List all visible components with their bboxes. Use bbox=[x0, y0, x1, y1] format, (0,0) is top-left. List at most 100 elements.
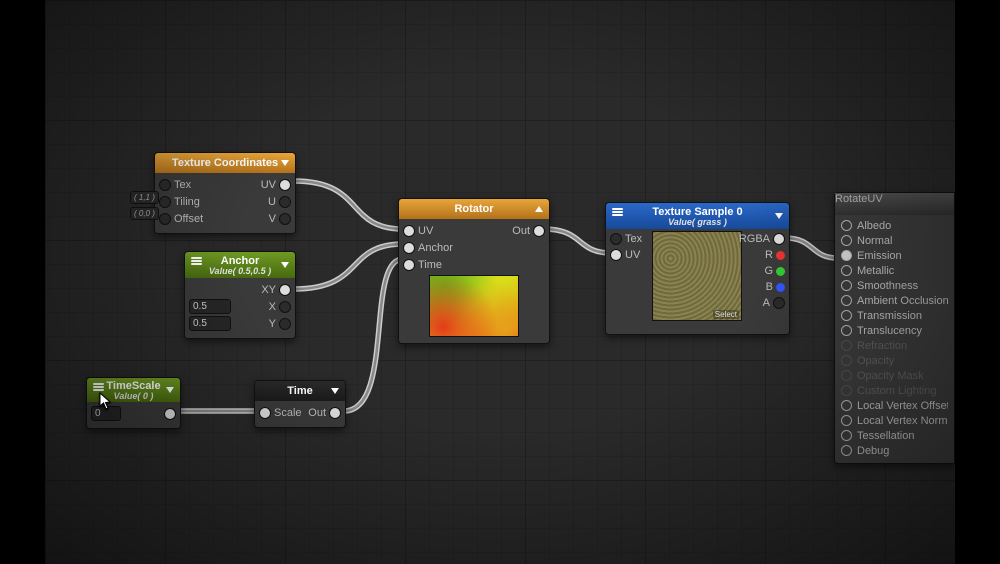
output-port[interactable] bbox=[279, 301, 291, 313]
node-rotateuv-master[interactable]: RotateUV Albedo NormalEmission Metallic Smo… bbox=[834, 192, 955, 464]
channel-dot-r[interactable] bbox=[776, 251, 785, 260]
node-header[interactable]: RotateUV bbox=[835, 193, 954, 215]
channel-dot-b[interactable] bbox=[776, 283, 785, 292]
input-port[interactable] bbox=[403, 225, 415, 237]
input-port[interactable] bbox=[841, 235, 852, 246]
input-port[interactable] bbox=[841, 280, 852, 291]
channel-dot-g[interactable] bbox=[776, 267, 785, 276]
collapse-icon[interactable] bbox=[535, 206, 543, 212]
collapse-icon[interactable] bbox=[331, 388, 339, 394]
master-input-local-vertex-offset[interactable]: Local Vertex Offset bbox=[835, 398, 954, 413]
label: Normal bbox=[857, 235, 892, 247]
shader-graph-canvas[interactable]: Texture Coordinates Tex UV Tiling U Offs… bbox=[45, 0, 955, 564]
rotator-preview bbox=[429, 275, 519, 337]
input-port[interactable] bbox=[610, 233, 622, 245]
node-timescale[interactable]: TimeScale Value( 0 ) 0 bbox=[86, 377, 181, 429]
input-port[interactable] bbox=[259, 407, 271, 419]
output-port[interactable] bbox=[329, 407, 341, 419]
master-input-ambient-occlusion[interactable]: Ambient Occlusion bbox=[835, 293, 954, 308]
input-port[interactable] bbox=[610, 249, 622, 261]
master-input-transmission[interactable]: Transmission bbox=[835, 308, 954, 323]
node-header[interactable]: Time bbox=[255, 381, 345, 401]
collapse-icon[interactable] bbox=[775, 213, 783, 219]
master-input-smoothness[interactable]: Smoothness bbox=[835, 278, 954, 293]
label: Debug bbox=[857, 445, 889, 457]
node-header[interactable]: Texture Coordinates bbox=[155, 153, 295, 173]
output-port[interactable] bbox=[773, 233, 785, 245]
node-subtitle: Value( grass ) bbox=[668, 217, 727, 227]
input-port[interactable] bbox=[841, 400, 852, 411]
input-port[interactable] bbox=[841, 415, 852, 426]
menu-icon[interactable] bbox=[93, 382, 104, 392]
output-port[interactable] bbox=[279, 213, 291, 225]
node-rotator[interactable]: Rotator UV Out Anchor Time bbox=[398, 198, 550, 344]
default-value-tag: ( 1,1 ) bbox=[130, 191, 159, 204]
node-subtitle: Value( 0 ) bbox=[114, 391, 154, 401]
input-port[interactable] bbox=[403, 242, 415, 254]
master-input-debug[interactable]: Debug bbox=[835, 443, 954, 458]
default-value-tag: ( 0,0 ) bbox=[130, 207, 159, 220]
input-port[interactable] bbox=[841, 310, 852, 321]
output-port[interactable] bbox=[279, 179, 291, 191]
collapse-icon[interactable] bbox=[281, 160, 289, 166]
output-port[interactable] bbox=[279, 284, 291, 296]
node-texture-coordinates[interactable]: Texture Coordinates Tex UV Tiling U Offs… bbox=[154, 152, 296, 234]
master-input-opacity-mask: Opacity Mask bbox=[835, 368, 954, 383]
master-input-local-vertex-normal[interactable]: Local Vertex Normal bbox=[835, 413, 954, 428]
node-header[interactable]: Anchor Value( 0.5,0.5 ) bbox=[185, 252, 295, 278]
master-input-custom-lighting: Custom Lighting bbox=[835, 383, 954, 398]
input-port[interactable] bbox=[159, 196, 171, 208]
label: Opacity bbox=[857, 355, 894, 367]
input-port[interactable] bbox=[841, 430, 852, 441]
node-time[interactable]: Time Scale Out bbox=[254, 380, 346, 428]
input-port[interactable] bbox=[841, 265, 852, 276]
master-input-emission[interactable]: Emission bbox=[835, 248, 954, 263]
input-port[interactable] bbox=[841, 250, 852, 261]
label: Metallic bbox=[857, 265, 894, 277]
value-field[interactable]: 0 bbox=[91, 406, 121, 421]
node-title: Rotator bbox=[454, 203, 493, 215]
label: Tessellation bbox=[857, 430, 914, 442]
label: Smoothness bbox=[857, 280, 918, 292]
input-port bbox=[841, 355, 852, 366]
input-port[interactable] bbox=[841, 445, 852, 456]
node-header[interactable]: Rotator bbox=[399, 199, 549, 219]
label: Custom Lighting bbox=[857, 385, 937, 397]
x-field[interactable]: 0.5 bbox=[189, 299, 231, 314]
collapse-icon[interactable] bbox=[281, 262, 289, 268]
master-input-metallic[interactable]: Metallic bbox=[835, 263, 954, 278]
collapse-icon[interactable] bbox=[166, 387, 174, 393]
y-field[interactable]: 0.5 bbox=[189, 316, 231, 331]
menu-icon[interactable] bbox=[612, 207, 623, 217]
master-input-tessellation[interactable]: Tessellation bbox=[835, 428, 954, 443]
master-input-normal[interactable]: Normal bbox=[835, 233, 954, 248]
input-port[interactable] bbox=[159, 179, 171, 191]
label: Translucency bbox=[857, 325, 922, 337]
label: Opacity Mask bbox=[857, 370, 924, 382]
output-port[interactable] bbox=[279, 196, 291, 208]
output-port[interactable] bbox=[279, 318, 291, 330]
input-port[interactable] bbox=[841, 295, 852, 306]
input-port[interactable] bbox=[159, 213, 171, 225]
label: Local Vertex Normal bbox=[857, 415, 948, 427]
node-title: Texture Coordinates bbox=[172, 157, 278, 169]
node-header[interactable]: TimeScale Value( 0 ) bbox=[87, 378, 180, 402]
label: Refraction bbox=[857, 340, 907, 352]
texture-preview[interactable]: Select bbox=[652, 231, 742, 321]
node-header[interactable]: Texture Sample 0 Value( grass ) bbox=[606, 203, 789, 229]
master-input-translucency[interactable]: Translucency bbox=[835, 323, 954, 338]
node-texture-sample[interactable]: Texture Sample 0 Value( grass ) Tex UV S… bbox=[605, 202, 790, 335]
input-port[interactable] bbox=[841, 325, 852, 336]
output-port[interactable] bbox=[773, 297, 785, 309]
output-port[interactable] bbox=[164, 408, 176, 420]
input-port bbox=[841, 385, 852, 396]
node-anchor[interactable]: Anchor Value( 0.5,0.5 ) XY 0.5X 0.5Y bbox=[184, 251, 296, 339]
master-input-albedo[interactable]: Albedo bbox=[835, 218, 954, 233]
node-title: Time bbox=[287, 385, 312, 397]
menu-icon[interactable] bbox=[191, 256, 202, 266]
input-port[interactable] bbox=[841, 220, 852, 231]
output-port[interactable] bbox=[533, 225, 545, 237]
label: Local Vertex Offset bbox=[857, 400, 948, 412]
label: Ambient Occlusion bbox=[857, 295, 948, 307]
input-port[interactable] bbox=[403, 259, 415, 271]
